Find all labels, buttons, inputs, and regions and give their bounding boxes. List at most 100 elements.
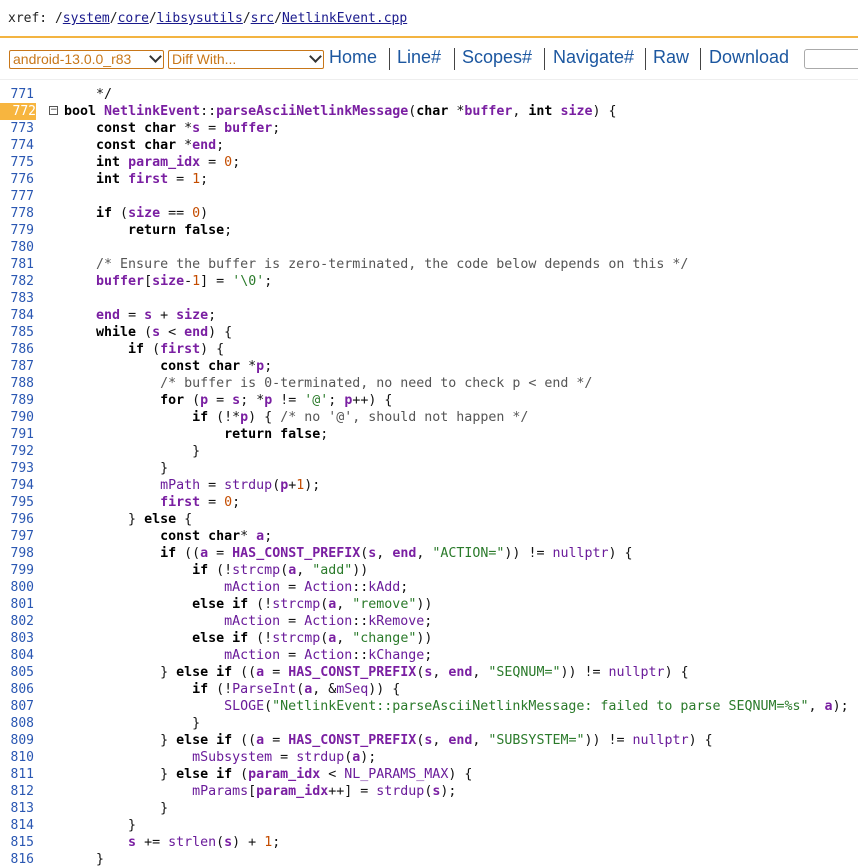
code-line: 803 else if (!strcmp(a, "change")) xyxy=(0,630,858,647)
code-line: 780 xyxy=(0,239,858,256)
line-number-link[interactable]: 801 xyxy=(0,596,34,613)
line-number-link[interactable]: 807 xyxy=(0,698,34,715)
separator xyxy=(700,48,701,70)
line-number-link[interactable]: 771 xyxy=(0,86,34,103)
code-line: 781 /* Ensure the buffer is zero-termina… xyxy=(0,256,858,273)
scopes-link[interactable]: Scopes# xyxy=(462,47,532,68)
raw-link[interactable]: Raw xyxy=(653,47,689,68)
breadcrumb-file[interactable]: NetlinkEvent.cpp xyxy=(282,11,407,26)
code-text: const char *p; xyxy=(160,359,273,374)
line-number-link[interactable]: 806 xyxy=(0,681,34,698)
line-number-link[interactable]: 782 xyxy=(0,273,34,290)
line-number-link[interactable]: 789 xyxy=(0,392,34,409)
line-number-link[interactable]: 811 xyxy=(0,766,34,783)
code-text: const char* a; xyxy=(160,529,273,544)
navigate-link[interactable]: Navigate# xyxy=(553,47,634,68)
code-text: mPath = strdup(p+1); xyxy=(160,478,321,493)
line-number-link[interactable]: 784 xyxy=(0,307,34,324)
line-number-link[interactable]: 776 xyxy=(0,171,34,188)
line-number-link[interactable]: 803 xyxy=(0,630,34,647)
line-number-link[interactable]: 798 xyxy=(0,545,34,562)
line-number-link[interactable]: 795 xyxy=(0,494,34,511)
code-line: 796 } else { xyxy=(0,511,858,528)
line-number-link[interactable]: 788 xyxy=(0,375,34,392)
code-line: 773 const char *s = buffer; xyxy=(0,120,858,137)
line-number-link[interactable]: 783 xyxy=(0,290,34,307)
line-number-link[interactable]: 790 xyxy=(0,409,34,426)
line-number-link[interactable]: 779 xyxy=(0,222,34,239)
code-line: 790 if (!*p) { /* no '@', should not hap… xyxy=(0,409,858,426)
line-number-link[interactable]: 802 xyxy=(0,613,34,630)
code-text: int first = 1; xyxy=(96,172,209,187)
code-line: 789 for (p = s; *p != '@'; p++) { xyxy=(0,392,858,409)
line-number-link[interactable]: 809 xyxy=(0,732,34,749)
code-line: 801 else if (!strcmp(a, "remove")) xyxy=(0,596,858,613)
line-number-link[interactable]: 812 xyxy=(0,783,34,800)
fold-toggle-icon[interactable]: − xyxy=(49,106,58,115)
code-text: int param_idx = 0; xyxy=(96,155,241,170)
code-line: 788 /* buffer is 0-terminated, no need t… xyxy=(0,375,858,392)
line-number-link[interactable]: 804 xyxy=(0,647,34,664)
line-number-link[interactable]: 799 xyxy=(0,562,34,579)
line-number-link[interactable]: 808 xyxy=(0,715,34,732)
code-text: } xyxy=(64,852,105,867)
code-line: 816 } xyxy=(0,851,858,868)
code-text: if (!ParseInt(a, &mSeq)) { xyxy=(192,682,401,697)
breadcrumb-libsysutils[interactable]: libsysutils xyxy=(157,11,243,26)
line-number-link[interactable]: 777 xyxy=(0,188,34,205)
separator xyxy=(645,48,646,70)
separator xyxy=(454,48,455,70)
code-text: } xyxy=(64,801,169,816)
code-text: bool NetlinkEvent::parseAsciiNetlinkMess… xyxy=(64,104,617,119)
line-number-link[interactable]: 786 xyxy=(0,341,34,358)
code-line: 800 mAction = Action::kAdd; xyxy=(0,579,858,596)
line-number-link[interactable]: 772 xyxy=(0,103,36,120)
code-line: 776 int first = 1; xyxy=(0,171,858,188)
code-line: 784 end = s + size; xyxy=(0,307,858,324)
code-text: } xyxy=(64,461,169,476)
line-number-link[interactable]: 792 xyxy=(0,443,34,460)
breadcrumb-src[interactable]: src xyxy=(251,11,274,26)
line-number-link[interactable]: 781 xyxy=(0,256,34,273)
code-line: 795 first = 0; xyxy=(0,494,858,511)
line-number-link[interactable]: 774 xyxy=(0,137,34,154)
version-select[interactable]: android-13.0.0_r83 xyxy=(9,50,164,69)
code-text: else if (!strcmp(a, "remove")) xyxy=(192,597,433,612)
line-number-link[interactable]: 796 xyxy=(0,511,34,528)
line-number-link[interactable]: 816 xyxy=(0,851,34,868)
line-number-link[interactable]: 815 xyxy=(0,834,34,851)
line-number-link[interactable]: 775 xyxy=(0,154,34,171)
line-number-link[interactable]: 780 xyxy=(0,239,34,256)
line-number-link[interactable]: 810 xyxy=(0,749,34,766)
diff-select[interactable]: Diff With... xyxy=(168,50,324,69)
line-number-link[interactable]: 793 xyxy=(0,460,34,477)
code-line: 779 return false; xyxy=(0,222,858,239)
line-number-link[interactable]: 794 xyxy=(0,477,34,494)
code-text: while (s < end) { xyxy=(96,325,233,340)
line-number-link[interactable]: Line# xyxy=(397,47,441,68)
code-line: 798 if ((a = HAS_CONST_PREFIX(s, end, "A… xyxy=(0,545,858,562)
download-link[interactable]: Download xyxy=(709,47,789,68)
breadcrumb-system[interactable]: system xyxy=(63,11,110,26)
search-input[interactable] xyxy=(804,49,858,69)
home-link[interactable]: Home xyxy=(329,47,377,68)
code-line: 783 xyxy=(0,290,858,307)
line-number-link[interactable]: 814 xyxy=(0,817,34,834)
line-number-link[interactable]: 787 xyxy=(0,358,34,375)
code-line: 804 mAction = Action::kChange; xyxy=(0,647,858,664)
line-number-link[interactable]: 797 xyxy=(0,528,34,545)
code-line: 771 */ xyxy=(0,86,858,103)
line-number-link[interactable]: 800 xyxy=(0,579,34,596)
line-number-link[interactable]: 785 xyxy=(0,324,34,341)
line-number-link[interactable]: 773 xyxy=(0,120,34,137)
code-line: 785 while (s < end) { xyxy=(0,324,858,341)
breadcrumb-core[interactable]: core xyxy=(118,11,149,26)
code-text: } xyxy=(64,716,201,731)
code-line: 809 } else if ((a = HAS_CONST_PREFIX(s, … xyxy=(0,732,858,749)
line-number-link[interactable]: 805 xyxy=(0,664,34,681)
code-text: first = 0; xyxy=(160,495,241,510)
line-number-link[interactable]: 813 xyxy=(0,800,34,817)
code-line: 814 } xyxy=(0,817,858,834)
line-number-link[interactable]: 791 xyxy=(0,426,34,443)
line-number-link[interactable]: 778 xyxy=(0,205,34,222)
